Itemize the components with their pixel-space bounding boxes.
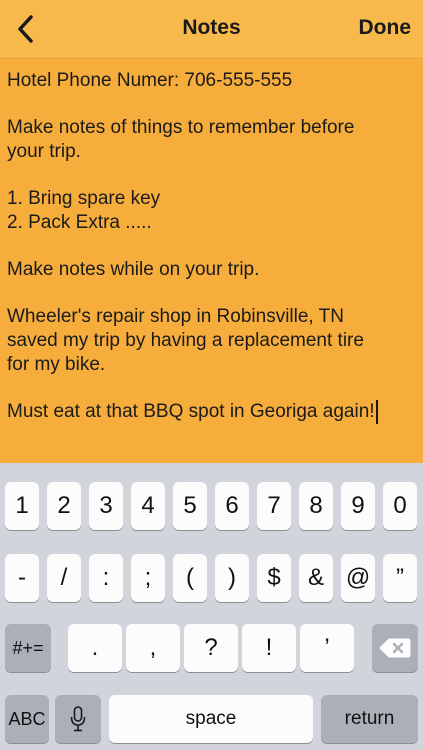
key-4[interactable]: 4 bbox=[131, 482, 165, 530]
key-period[interactable]: . bbox=[68, 624, 122, 672]
note-line: for my bike. bbox=[7, 354, 106, 375]
key-slash[interactable]: / bbox=[47, 554, 81, 602]
key-exclamation[interactable]: ! bbox=[242, 624, 296, 672]
note-line: your trip. bbox=[7, 141, 81, 162]
backspace-button[interactable] bbox=[372, 624, 418, 672]
note-line: 2. Pack Extra ..... bbox=[7, 212, 152, 233]
note-line: saved my trip by having a replacement ti… bbox=[7, 330, 364, 351]
note-line: Make notes while on your trip. bbox=[7, 259, 260, 280]
text-caret bbox=[375, 400, 378, 424]
keyboard: 1 2 3 4 5 6 7 8 9 0 - / : ; ( ) $ & @ ” … bbox=[0, 463, 423, 750]
key-8[interactable]: 8 bbox=[299, 482, 333, 530]
key-dollar[interactable]: $ bbox=[257, 554, 291, 602]
note-line-last: Must eat at that BBQ spot in Georiga aga… bbox=[7, 400, 378, 424]
key-1[interactable]: 1 bbox=[5, 482, 39, 530]
microphone-icon bbox=[70, 706, 86, 732]
dictation-button[interactable] bbox=[55, 695, 101, 743]
key-0[interactable]: 0 bbox=[383, 482, 417, 530]
backspace-icon bbox=[379, 638, 411, 658]
return-button[interactable]: return bbox=[321, 695, 418, 743]
key-close-paren[interactable]: ) bbox=[215, 554, 249, 602]
done-button[interactable]: Done bbox=[359, 16, 412, 40]
note-line: Hotel Phone Numer: 706-555-555 bbox=[7, 70, 293, 91]
key-hyphen[interactable]: - bbox=[5, 554, 39, 602]
key-ampersand[interactable]: & bbox=[299, 554, 333, 602]
key-open-paren[interactable]: ( bbox=[173, 554, 207, 602]
note-text-area[interactable]: Hotel Phone Numer: 706-555-555 Make note… bbox=[0, 59, 423, 462]
key-semicolon[interactable]: ; bbox=[131, 554, 165, 602]
key-quote[interactable]: ” bbox=[383, 554, 417, 602]
note-line: Wheeler's repair shop in Robinsville, TN bbox=[7, 306, 344, 327]
key-abc[interactable]: ABC bbox=[5, 695, 49, 743]
key-2[interactable]: 2 bbox=[47, 482, 81, 530]
key-5[interactable]: 5 bbox=[173, 482, 207, 530]
key-9[interactable]: 9 bbox=[341, 482, 375, 530]
note-line: Make notes of things to remember before bbox=[7, 117, 355, 138]
key-more-symbols[interactable]: #+= bbox=[5, 624, 51, 672]
key-comma[interactable]: , bbox=[126, 624, 180, 672]
key-7[interactable]: 7 bbox=[257, 482, 291, 530]
note-line-text: Must eat at that BBQ spot in Georiga aga… bbox=[7, 401, 375, 423]
key-apostrophe[interactable]: ’ bbox=[300, 624, 354, 672]
key-3[interactable]: 3 bbox=[89, 482, 123, 530]
key-question[interactable]: ? bbox=[184, 624, 238, 672]
note-line: 1. Bring spare key bbox=[7, 188, 161, 209]
key-at[interactable]: @ bbox=[341, 554, 375, 602]
nav-bar: Notes Done bbox=[0, 0, 423, 59]
space-bar[interactable]: space bbox=[109, 695, 313, 743]
key-colon[interactable]: : bbox=[89, 554, 123, 602]
key-6[interactable]: 6 bbox=[215, 482, 249, 530]
